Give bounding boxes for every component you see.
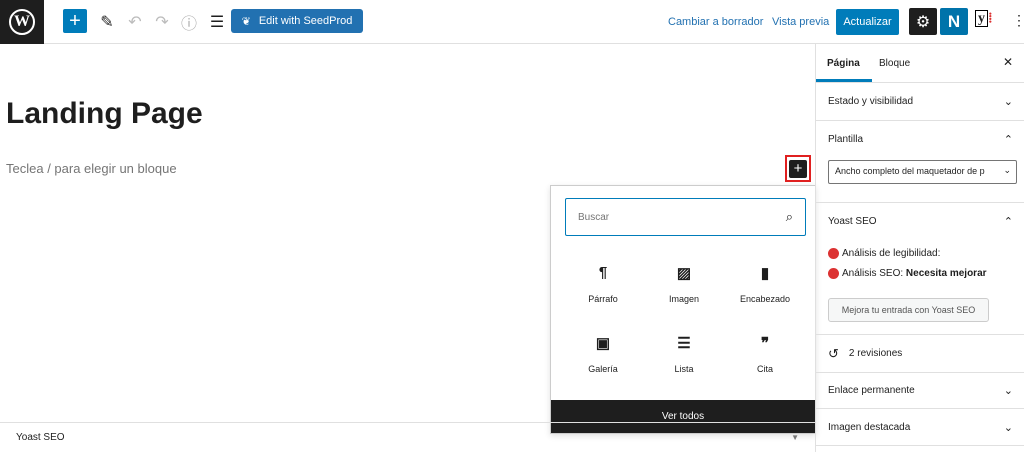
chevron-up-icon: ⌃	[1003, 216, 1013, 228]
panel-permalink[interactable]: Enlace permanente ⌄	[816, 372, 1024, 408]
list-icon: ☰	[677, 335, 691, 352]
undo-icon[interactable]: ↶	[123, 10, 147, 34]
top-toolbar: W + ✎ ↶ ↷ ⓘ ☰ ❦ Edit with SeedProd Cambia…	[0, 0, 1024, 44]
search-icon: ⌕	[785, 209, 793, 224]
redo-icon[interactable]: ↷	[150, 10, 174, 34]
settings-sidebar: Página Bloque ✕ Estado y visibilidad ⌄ Pl…	[815, 44, 1024, 452]
seedprod-leaf-icon: ❦	[241, 15, 251, 28]
preview-link[interactable]: Vista previa	[772, 16, 829, 28]
caret-down-icon: ▼	[791, 433, 799, 442]
chevron-up-icon: ⌃	[1003, 134, 1013, 146]
block-label: Encabezado	[739, 294, 791, 304]
improve-with-yoast-button[interactable]: Mejora tu entrada con Yoast SEO	[828, 298, 989, 322]
chevron-down-icon: ⌄	[1003, 96, 1013, 108]
gallery-icon: ▣	[595, 335, 611, 352]
seo-status: Análisis SEO: Necesita mejorar	[828, 268, 987, 279]
yoast-metabox-bar[interactable]: Yoast SEO ▼	[0, 422, 815, 452]
search-placeholder: Buscar	[578, 211, 610, 223]
chevron-down-icon: ⌄	[1003, 421, 1013, 434]
chevron-down-icon: ⌄	[1003, 385, 1013, 397]
panel-template[interactable]: Plantilla ⌃	[816, 120, 1024, 158]
tab-block[interactable]: Bloque	[879, 58, 910, 69]
inline-add-block-button[interactable]: +	[785, 155, 811, 182]
block-label: Imagen	[668, 294, 700, 304]
n-plugin-button[interactable]: N	[940, 8, 968, 35]
yoast-icon[interactable]: y ⁞	[975, 10, 993, 27]
chevron-down-icon: ⌄	[1003, 165, 1011, 175]
sad-face-icon	[828, 268, 839, 279]
update-button[interactable]: Actualizar	[836, 9, 899, 35]
block-label: Cita	[756, 364, 773, 374]
settings-gear-icon[interactable]: ⚙	[909, 8, 937, 35]
yoast-metabox-label: Yoast SEO	[16, 432, 65, 443]
paragraph-icon: ¶	[598, 264, 608, 281]
wordpress-logo-button[interactable]: W	[0, 0, 44, 44]
close-icon[interactable]: ✕	[1003, 55, 1013, 69]
switch-to-draft-link[interactable]: Cambiar a borrador	[668, 16, 763, 28]
block-search-input[interactable]: Buscar ⌕	[565, 198, 806, 236]
edit-with-seedprod-button[interactable]: ❦ Edit with SeedProd	[231, 9, 363, 33]
block-placeholder[interactable]: Teclea / para elegir un bloque	[6, 161, 177, 176]
block-image[interactable]: ▨ Imagen	[640, 264, 728, 304]
page-title[interactable]: Landing Page	[6, 97, 203, 131]
list-view-icon[interactable]: ☰	[205, 10, 229, 34]
block-paragraph[interactable]: ¶ Párrafo	[559, 264, 647, 304]
block-list[interactable]: ☰ Lista	[640, 334, 728, 374]
info-icon[interactable]: ⓘ	[177, 10, 201, 34]
block-inserter-popover: Buscar ⌕ ¶ Párrafo ▨ Imagen ▮ Encabezado ▣ Ga…	[550, 185, 816, 434]
template-select[interactable]: Ancho completo del maquetador de p ⌄	[828, 160, 1017, 184]
wordpress-icon: W	[9, 9, 35, 35]
block-label: Lista	[674, 364, 694, 374]
panel-status-visibility[interactable]: Estado y visibilidad ⌄	[816, 82, 1024, 120]
red-dot-icon	[828, 248, 839, 259]
block-heading[interactable]: ▮ Encabezado	[721, 264, 809, 304]
add-block-button[interactable]: +	[63, 9, 87, 33]
more-options-icon[interactable]: ⋮	[1012, 12, 1024, 29]
plus-icon: +	[789, 159, 807, 178]
pencil-tools-icon[interactable]: ✎	[95, 10, 119, 34]
history-icon: ↺	[828, 345, 839, 361]
seedprod-label: Edit with SeedProd	[258, 15, 353, 27]
panel-yoast-seo[interactable]: Yoast SEO ⌃	[816, 202, 1024, 240]
bookmark-icon: ▮	[760, 265, 770, 282]
block-label: Galería	[588, 364, 618, 374]
tab-page[interactable]: Página	[827, 58, 860, 69]
panel-featured-image[interactable]: Imagen destacada ⌄	[816, 408, 1024, 446]
image-icon: ▨	[676, 265, 692, 282]
revisions-link[interactable]: ↺ 2 revisiones	[816, 334, 1024, 372]
block-quote[interactable]: ❞ Cita	[721, 334, 809, 374]
readability-status: Análisis de legibilidad:	[828, 248, 940, 259]
block-label: Párrafo	[588, 294, 618, 304]
block-gallery[interactable]: ▣ Galería	[559, 334, 647, 374]
quote-icon: ❞	[760, 335, 770, 352]
